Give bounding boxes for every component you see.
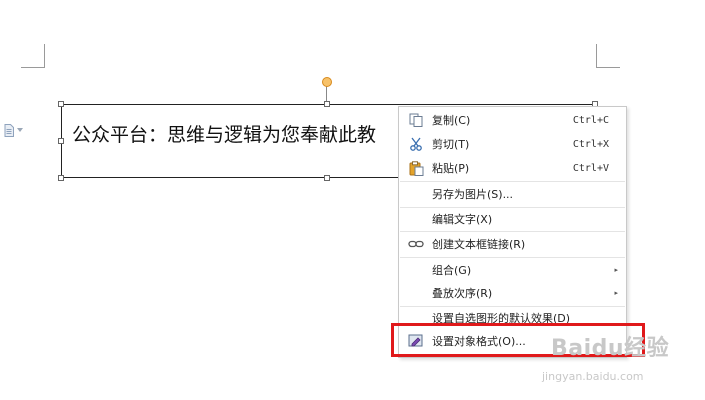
page-corner-mark-top-left-horizontal	[21, 67, 45, 68]
menu-item-group-label: 组合(G)	[432, 264, 472, 277]
menu-item-paste[interactable]: 粘贴(P) Ctrl+V	[399, 157, 626, 179]
menu-item-copy[interactable]: 复制(C) Ctrl+C	[399, 109, 626, 131]
context-menu: 复制(C) Ctrl+C 剪切(T) Ctrl+X 粘贴(P) Ctrl+V 另…	[398, 106, 627, 358]
menu-item-edit-text-label: 编辑文字(X)	[432, 213, 493, 226]
menu-item-group[interactable]: 组合(G) ▸	[399, 259, 626, 281]
menu-item-edit-text[interactable]: 编辑文字(X)	[399, 208, 626, 230]
dropdown-arrow-icon	[17, 128, 23, 132]
menu-item-create-text-box-link[interactable]: 创建文本框链接(R)	[399, 233, 626, 255]
text-box-content: 公众平台：思维与逻辑为您奉献此教	[72, 124, 377, 146]
watermark-site: jingyan.baidu.com	[542, 370, 644, 383]
watermark-logo: Baidu经验	[551, 336, 670, 361]
menu-separator	[400, 231, 625, 232]
resize-handle-top[interactable]	[324, 101, 330, 107]
page-corner-mark-top-right-horizontal	[596, 67, 620, 68]
page-corner-mark-top-left	[44, 44, 45, 68]
menu-item-order[interactable]: 叠放次序(R) ▸	[399, 282, 626, 304]
menu-item-copy-label: 复制(C)	[432, 114, 471, 127]
menu-item-paste-shortcut: Ctrl+V	[572, 162, 609, 174]
page-corner-mark-top-right	[596, 44, 597, 68]
menu-item-save-as-picture[interactable]: 另存为图片(S)...	[399, 183, 626, 205]
menu-item-cut-label: 剪切(T)	[432, 138, 470, 151]
scissors-icon	[407, 136, 425, 152]
menu-separator	[400, 257, 625, 258]
menu-item-order-label: 叠放次序(R)	[432, 287, 493, 300]
resize-handle-bottom[interactable]	[324, 175, 330, 181]
document-icon	[4, 123, 14, 137]
menu-item-create-text-box-link-label: 创建文本框链接(R)	[432, 238, 526, 251]
resize-handle-left[interactable]	[58, 138, 64, 144]
menu-item-paste-label: 粘贴(P)	[432, 162, 470, 175]
resize-handle-top-left[interactable]	[58, 101, 64, 107]
submenu-arrow-icon: ▸	[614, 289, 618, 297]
menu-item-save-as-picture-label: 另存为图片(S)...	[432, 188, 514, 201]
copy-icon	[407, 112, 425, 128]
resize-handle-bottom-left[interactable]	[58, 175, 64, 181]
paste-icon	[407, 160, 425, 176]
menu-separator	[400, 181, 625, 182]
link-icon	[407, 236, 425, 252]
menu-item-copy-shortcut: Ctrl+C	[572, 114, 609, 126]
rotation-handle[interactable]	[322, 77, 332, 87]
submenu-arrow-icon: ▸	[614, 266, 618, 274]
menu-item-cut-shortcut: Ctrl+X	[572, 138, 609, 150]
layout-options-button[interactable]	[4, 122, 34, 138]
menu-item-cut[interactable]: 剪切(T) Ctrl+X	[399, 133, 626, 155]
